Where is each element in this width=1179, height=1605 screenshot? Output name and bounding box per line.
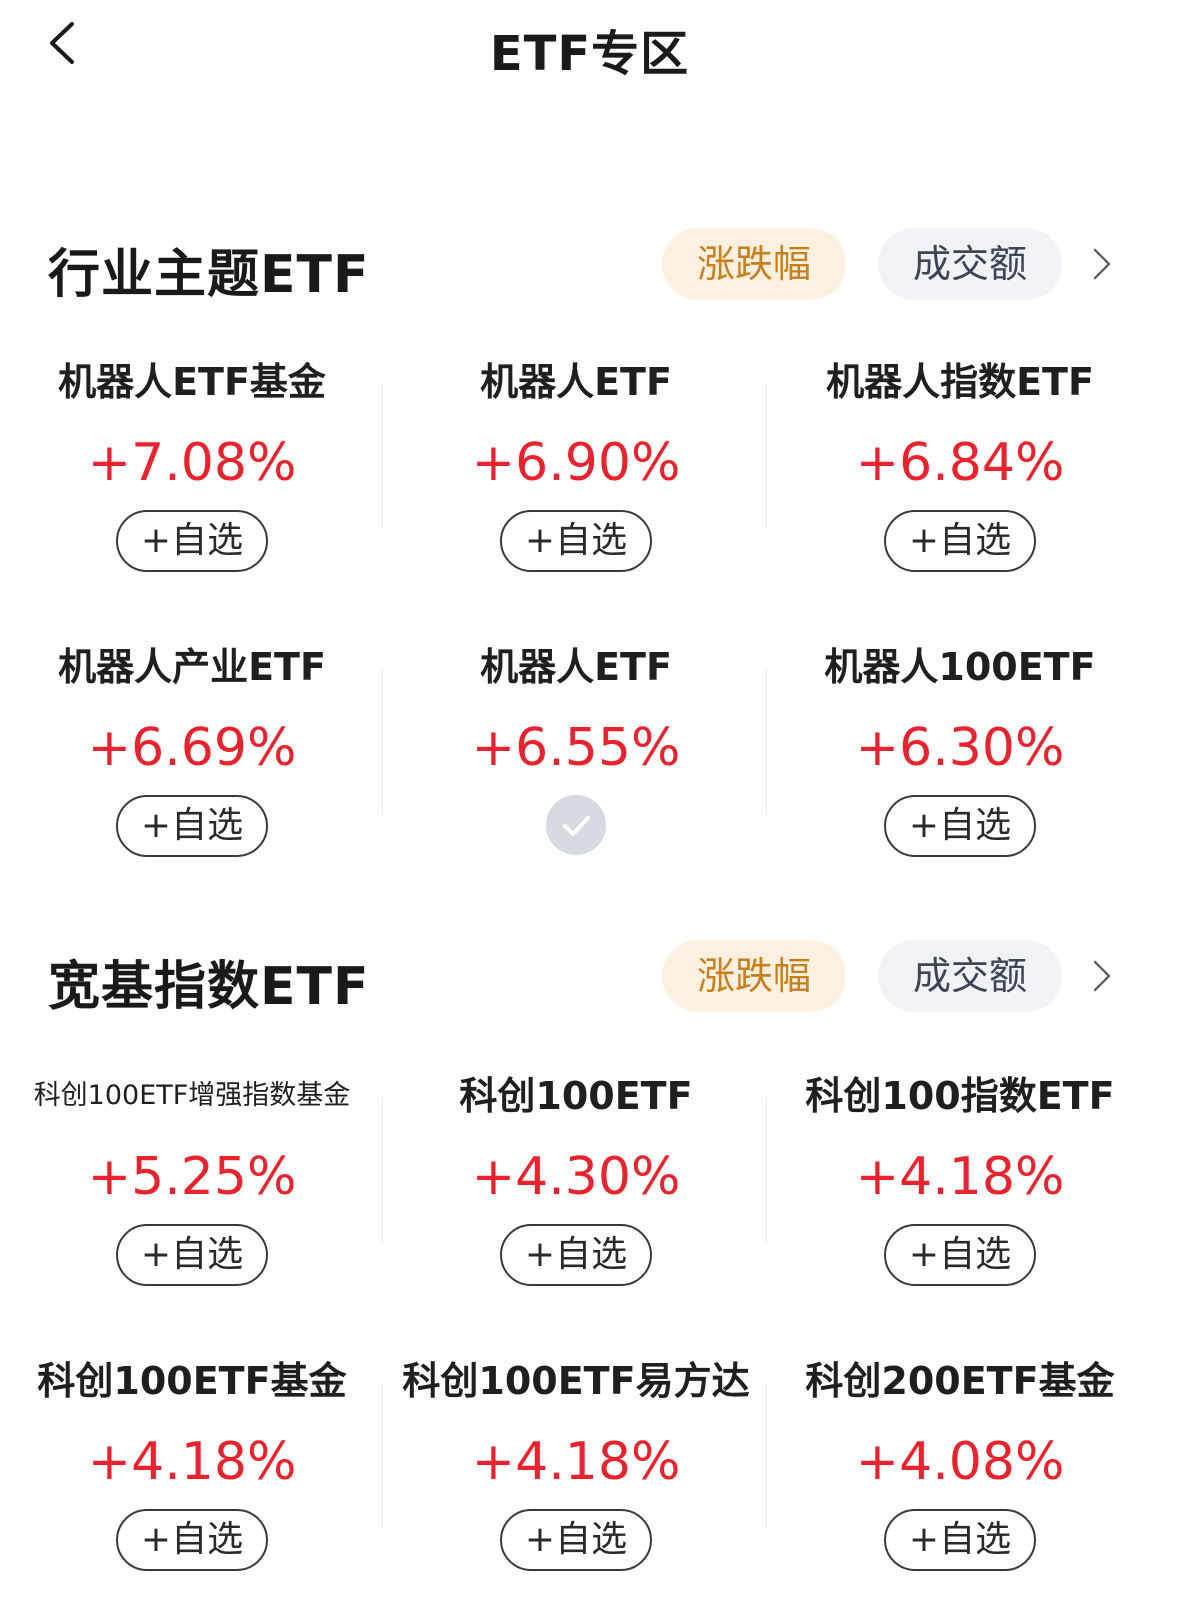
etf-card[interactable]: 机器人ETF基金 +7.08% +自选	[0, 354, 384, 624]
section-title: 宽基指数ETF	[48, 957, 370, 1017]
etf-name: 机器人ETF	[480, 360, 672, 404]
nav-bar: ETF专区	[0, 0, 1179, 100]
sort-tab-change[interactable]: 涨跌幅	[662, 228, 846, 300]
add-watchlist-button[interactable]: +自选	[500, 1224, 652, 1286]
etf-card[interactable]: 机器人ETF +6.55%	[384, 639, 768, 909]
etf-card[interactable]: 科创100ETF基金 +4.18% +自选	[0, 1353, 384, 1605]
etf-name: 科创200ETF基金	[805, 1359, 1115, 1403]
etf-card[interactable]: 机器人指数ETF +6.84% +自选	[768, 354, 1152, 624]
etf-change: +6.30%	[855, 718, 1065, 778]
page-title: ETF专区	[489, 26, 690, 82]
etf-card[interactable]: 机器人100ETF +6.30% +自选	[768, 639, 1152, 909]
etf-name: 科创100指数ETF	[805, 1074, 1115, 1118]
add-watchlist-button[interactable]: +自选	[500, 510, 652, 572]
etf-change: +4.08%	[855, 1432, 1065, 1492]
etf-name: 机器人ETF基金	[58, 360, 326, 404]
add-watchlist-button[interactable]: +自选	[116, 1224, 268, 1286]
etf-change: +4.18%	[471, 1432, 681, 1492]
etf-name: 科创100ETF	[459, 1074, 693, 1118]
etf-card[interactable]: 科创100指数ETF +4.18% +自选	[768, 1068, 1152, 1338]
etf-card[interactable]: 机器人ETF +6.90% +自选	[384, 354, 768, 624]
etf-change: +5.25%	[87, 1147, 297, 1207]
add-watchlist-button[interactable]: +自选	[116, 795, 268, 857]
section-broad-index-etf: 宽基指数ETF 涨跌幅 成交额	[0, 940, 1179, 1020]
etf-change: +6.90%	[471, 433, 681, 493]
add-watchlist-button[interactable]: +自选	[884, 1509, 1036, 1571]
etf-name: 机器人100ETF	[824, 645, 1096, 689]
add-watchlist-button[interactable]: +自选	[116, 510, 268, 572]
add-watchlist-button[interactable]: +自选	[116, 1509, 268, 1571]
add-watchlist-button[interactable]: +自选	[884, 795, 1036, 857]
add-watchlist-button[interactable]: +自选	[500, 1509, 652, 1571]
etf-name: 机器人指数ETF	[826, 360, 1094, 404]
etf-card[interactable]: 机器人产业ETF +6.69% +自选	[0, 639, 384, 909]
etf-name: 科创100ETF增强指数基金	[33, 1080, 351, 1111]
etf-change: +6.69%	[87, 718, 297, 778]
etf-card[interactable]: 科创100ETF +4.30% +自选	[384, 1068, 768, 1338]
section-header: 宽基指数ETF 涨跌幅 成交额	[0, 940, 1179, 1020]
section-title: 行业主题ETF	[48, 245, 370, 305]
etf-change: +6.84%	[855, 433, 1065, 493]
add-watchlist-button[interactable]: +自选	[884, 510, 1036, 572]
sort-tab-volume[interactable]: 成交额	[878, 228, 1062, 300]
check-icon[interactable]	[546, 795, 606, 855]
etf-card[interactable]: 科创200ETF基金 +4.08% +自选	[768, 1353, 1152, 1605]
etf-change: +6.55%	[471, 718, 681, 778]
section-industry-etf: 行业主题ETF 涨跌幅 成交额	[0, 228, 1179, 308]
sort-tab-change[interactable]: 涨跌幅	[662, 940, 846, 1012]
etf-change: +4.18%	[87, 1432, 297, 1492]
etf-name: 科创100ETF易方达	[402, 1359, 750, 1403]
section-header: 行业主题ETF 涨跌幅 成交额	[0, 228, 1179, 308]
etf-change: +4.30%	[471, 1147, 681, 1207]
etf-card[interactable]: 科创100ETF易方达 +4.18% +自选	[384, 1353, 768, 1605]
sort-tab-volume[interactable]: 成交额	[878, 940, 1062, 1012]
etf-name: 机器人ETF	[480, 645, 672, 689]
etf-card[interactable]: 科创100ETF增强指数基金 +5.25% +自选	[0, 1068, 384, 1338]
etf-change: +7.08%	[87, 433, 297, 493]
add-watchlist-button[interactable]: +自选	[884, 1224, 1036, 1286]
etf-name: 科创100ETF基金	[37, 1359, 347, 1403]
etf-change: +4.18%	[855, 1147, 1065, 1207]
etf-name: 机器人产业ETF	[58, 645, 326, 689]
chevron-right-icon[interactable]	[1084, 246, 1120, 282]
chevron-right-icon[interactable]	[1084, 958, 1120, 994]
